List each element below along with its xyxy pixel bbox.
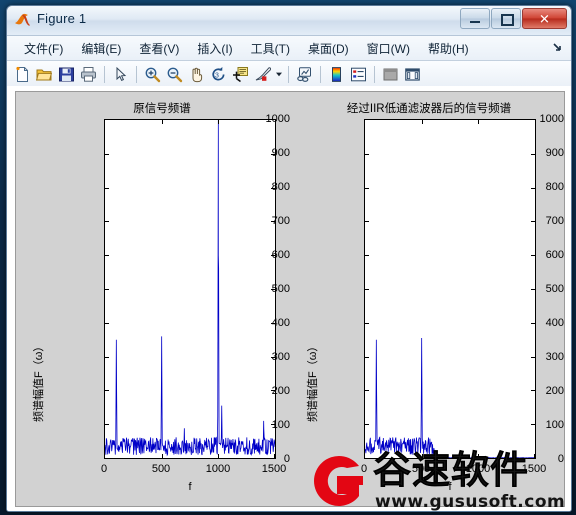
menu-help[interactable]: 帮助(H): [419, 38, 478, 59]
close-icon: ✕: [539, 11, 550, 26]
y-tick-left: 300: [271, 351, 290, 363]
x-tick-left: 1000: [205, 463, 231, 475]
matlab-membrane-icon: [14, 12, 31, 29]
x-tick-right: 0: [360, 463, 368, 475]
brush-icon[interactable]: [252, 64, 273, 85]
y-tick-right: 200: [545, 385, 564, 397]
new-figure-icon[interactable]: [12, 64, 33, 85]
toolbar-separator: [320, 65, 321, 83]
y-tick-right: 300: [545, 351, 564, 363]
figure-canvas: 原信号频谱 频谱幅值F（ω） 1000 900 800 700 600 500 …: [15, 91, 565, 507]
x-tick-left: 0: [100, 463, 108, 475]
maximize-icon: [501, 14, 514, 26]
hide-plot-tools-icon[interactable]: [380, 64, 401, 85]
minimize-button[interactable]: [460, 8, 490, 29]
y-axis-label-right: 频谱幅值F（ω）: [307, 340, 319, 422]
y-tick-right: 800: [545, 181, 564, 193]
window-controls: ✕: [460, 8, 567, 29]
y-tick-left: 800: [271, 181, 290, 193]
link-data-icon[interactable]: [294, 64, 315, 85]
y-tick-left: 700: [271, 215, 290, 227]
toolbar-separator: [104, 65, 105, 83]
title-bar[interactable]: Figure 1 ✕: [7, 6, 571, 36]
y-tick-left: 400: [271, 317, 290, 329]
open-file-icon[interactable]: [34, 64, 55, 85]
toolbar-separator: [136, 65, 137, 83]
axes-original-spectrum: 原信号频谱 频谱幅值F（ω） 1000 900 800 700 600 500 …: [16, 92, 290, 506]
rotate-3d-icon[interactable]: 3: [208, 64, 229, 85]
y-tick-left: 200: [271, 385, 290, 397]
x-axis-label-left: f: [188, 481, 192, 493]
x-tick-right: 1000: [465, 463, 491, 475]
x-tick-left: 1500: [261, 463, 287, 475]
y-tick-right: 100: [545, 419, 564, 431]
menu-desktop[interactable]: 桌面(D): [299, 38, 358, 59]
toolbar: 3: [7, 61, 571, 88]
data-cursor-icon[interactable]: [230, 64, 251, 85]
minimize-icon: [470, 21, 480, 23]
menu-edit[interactable]: 编辑(E): [72, 38, 130, 59]
menu-view[interactable]: 查看(V): [130, 38, 188, 59]
y-tick-right: 900: [545, 147, 564, 159]
y-tick-right: 400: [545, 317, 564, 329]
y-tick-left: 600: [271, 249, 290, 261]
menu-tools[interactable]: 工具(T): [242, 38, 299, 59]
dock-arrow-icon[interactable]: [551, 40, 565, 54]
menu-bar: 文件(F) 编辑(E) 查看(V) 插入(I) 工具(T) 桌面(D) 窗口(W…: [7, 36, 571, 61]
y-tick-right: 1000: [539, 113, 564, 125]
y-axis-label-left: 频谱幅值F（ω）: [33, 340, 45, 422]
figure-canvas-area: 原信号频谱 频谱幅值F（ω） 1000 900 800 700 600 500 …: [7, 86, 571, 511]
toolbar-separator: [374, 65, 375, 83]
menu-insert[interactable]: 插入(I): [188, 38, 241, 59]
x-tick-right: 500: [411, 463, 431, 475]
toolbar-separator: [288, 65, 289, 83]
menu-file[interactable]: 文件(F): [15, 38, 72, 59]
y-tick-left: 900: [271, 147, 290, 159]
y-tick-left: 100: [271, 419, 290, 431]
x-tick-left: 500: [151, 463, 171, 475]
brush-dropdown-caret-icon[interactable]: [274, 64, 283, 85]
figure-window: Figure 1 ✕ 文件(F) 编辑(E) 查看(V) 插入(I) 工具(T)…: [6, 5, 572, 512]
zoom-in-icon[interactable]: [142, 64, 163, 85]
x-tick-right: 1500: [521, 463, 547, 475]
axes-iir-filtered-spectrum: 经过IIR低通滤波器后的信号频谱 频谱幅值F（ω） 1000 900 800 7…: [290, 92, 564, 506]
pan-icon[interactable]: [186, 64, 207, 85]
show-plot-tools-icon[interactable]: [402, 64, 423, 85]
y-tick-right: 500: [545, 283, 564, 295]
window-title: Figure 1: [37, 11, 87, 26]
close-button[interactable]: ✕: [522, 8, 567, 29]
x-axis-label-right: f: [448, 481, 452, 493]
menu-window[interactable]: 窗口(W): [358, 38, 419, 59]
maximize-button[interactable]: [491, 8, 521, 29]
y-tick-left: 1000: [265, 113, 290, 125]
pointer-icon[interactable]: [110, 64, 131, 85]
save-figure-icon[interactable]: [56, 64, 77, 85]
zoom-out-icon[interactable]: [164, 64, 185, 85]
print-figure-icon[interactable]: [78, 64, 99, 85]
legend-icon[interactable]: [348, 64, 369, 85]
y-tick-right: 700: [545, 215, 564, 227]
colorbar-icon[interactable]: [326, 64, 347, 85]
y-tick-left: 500: [271, 283, 290, 295]
y-tick-right: 600: [545, 249, 564, 261]
svg-text:3: 3: [215, 72, 219, 79]
